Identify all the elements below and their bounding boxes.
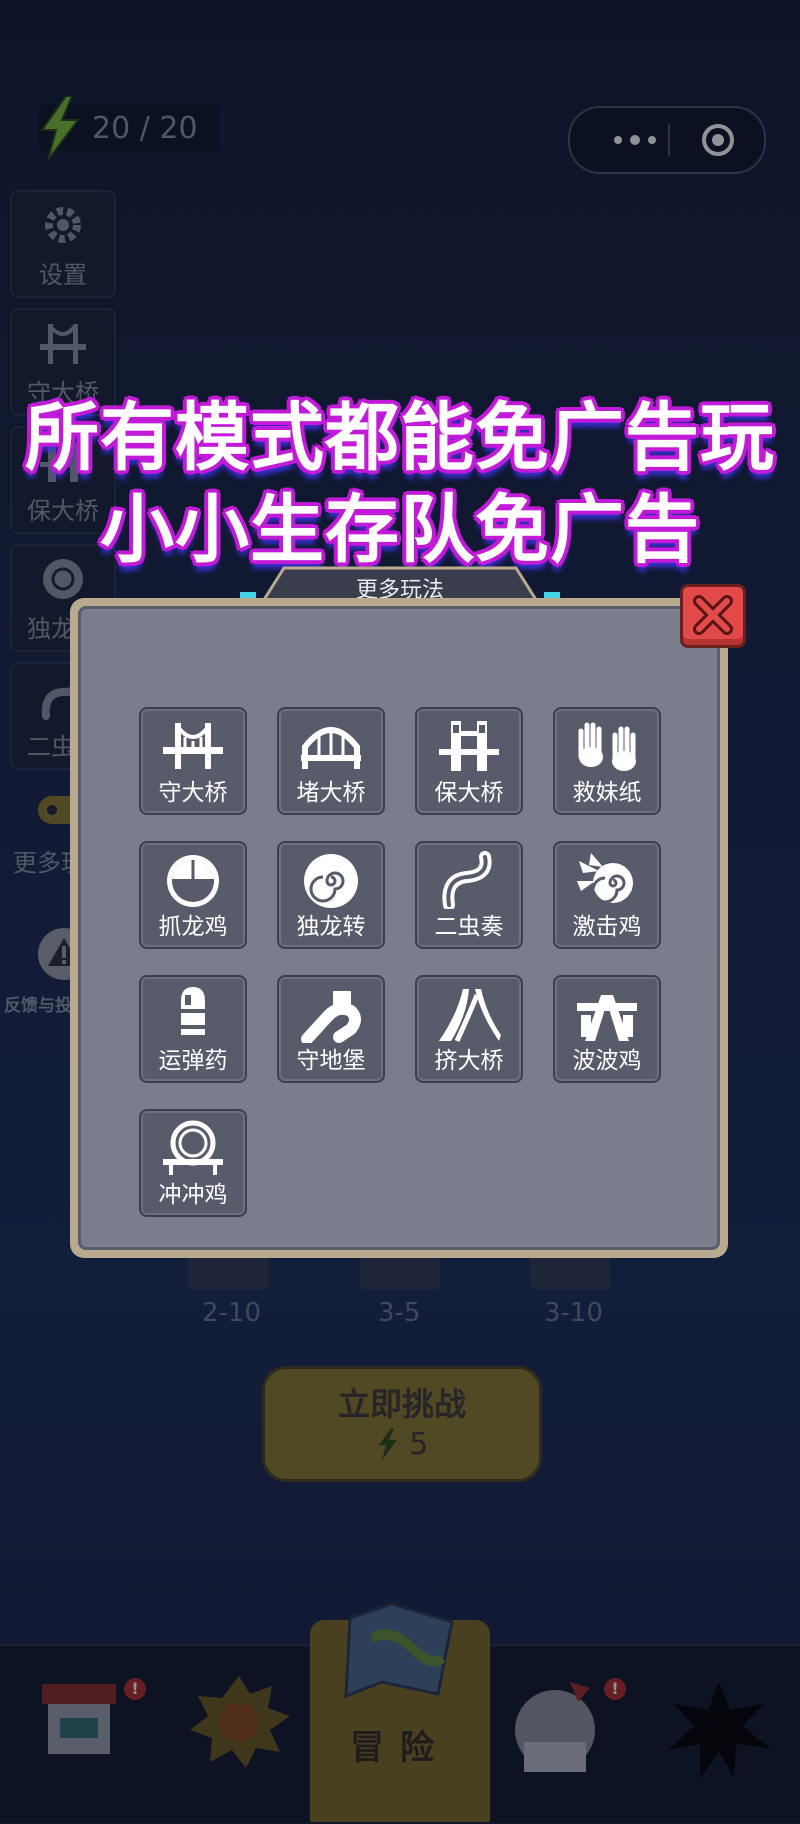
spiral-ball-icon [304,854,358,908]
mode-button-bunker[interactable]: 守地堡 [277,975,385,1083]
mode-button-block-bridge[interactable]: 堵大桥 [277,707,385,815]
bridge-icon [163,723,223,769]
dome-icon [167,855,219,907]
mode-button-strike-chicken[interactable]: 激击鸡 [553,841,661,949]
mode-button-rush-chicken[interactable]: 冲冲鸡 [139,1109,247,1217]
road-icon [439,989,501,1043]
mode-button-spin[interactable]: 独龙转 [277,841,385,949]
mode-button-rescue-girl[interactable]: 救妹纸 [553,707,661,815]
mode-button-squeeze-bridge[interactable]: 挤大桥 [415,975,523,1083]
mode-button-worm[interactable]: 二虫奏 [415,841,523,949]
pipe-icon [301,991,361,1043]
promo-subheadline: 小小生存队免广告 [100,487,700,573]
worm-icon [442,851,492,909]
close-icon [693,595,733,635]
highway-icon [577,995,637,1041]
mode-button-wave-chicken[interactable]: 波波鸡 [553,975,661,1083]
more-modes-modal: 守大桥 堵大桥 保大桥 救妹纸 抓龙鸡 独龙转 二虫奏 激击鸡 运弹药 守地堡 … [70,598,728,1258]
hands-icon [578,722,636,771]
mode-button-guard-bridge[interactable]: 守大桥 [139,707,247,815]
mode-button-protect-bridge[interactable]: 保大桥 [415,707,523,815]
loop-icon [163,1120,223,1175]
canister-icon [181,987,205,1035]
close-button[interactable] [680,584,746,648]
tower-bridge-icon [439,721,499,771]
mode-button-ammo[interactable]: 运弹药 [139,975,247,1083]
promo-headline: 所有模式都能免广告玩 [25,395,775,481]
mode-button-catch-dragon[interactable]: 抓龙鸡 [139,841,247,949]
swirl-icon [577,853,633,904]
arch-bridge-icon [301,727,361,769]
